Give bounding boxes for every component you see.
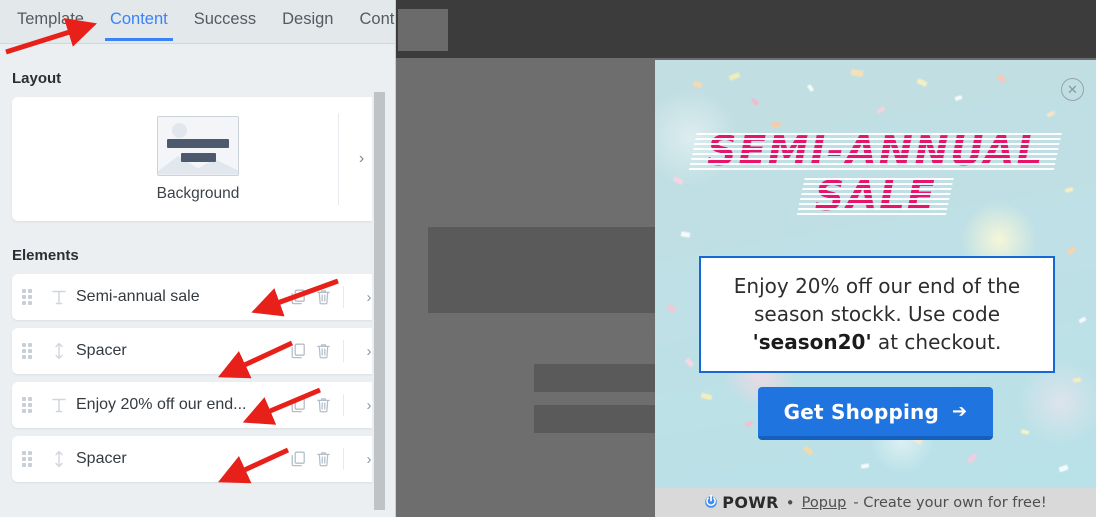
offer-text-box: Enjoy 20% off our end of the season stoc…: [699, 256, 1055, 373]
vertical-arrows-icon: [55, 450, 63, 468]
layout-card[interactable]: Background ›: [12, 97, 384, 221]
element-row[interactable]: Semi-annual sale ›: [12, 274, 384, 320]
close-icon: ✕: [1067, 82, 1078, 97]
text-element-icon: [42, 397, 76, 414]
spacer-element-icon: [42, 450, 76, 468]
element-row[interactable]: Spacer ›: [12, 328, 384, 374]
spacer-element-icon: [42, 342, 76, 360]
element-row-label: Spacer: [76, 342, 127, 359]
tab-design-label: Design: [282, 10, 334, 28]
elements-section-title: Elements: [12, 247, 79, 264]
arrow-right-icon: ➔: [952, 401, 968, 422]
powr-logo: POWR: [704, 493, 779, 512]
panel-scrollbar-thumb[interactable]: [374, 92, 385, 510]
popup-footer-link[interactable]: Popup: [802, 495, 847, 511]
text-t-icon: [52, 290, 66, 304]
offer-text: Enjoy 20% off our end of the season stoc…: [721, 272, 1033, 356]
tab-controls[interactable]: Controls: [346, 0, 395, 41]
row-divider: [343, 448, 344, 470]
popup-headline: SEMI-ANNUAL SALE: [655, 128, 1096, 220]
element-row-actions: [291, 286, 354, 308]
background-thumbnail-icon: [156, 115, 239, 176]
tab-content[interactable]: Content: [97, 0, 181, 41]
element-row[interactable]: Enjoy 20% off our end... ›: [12, 382, 384, 428]
duplicate-icon[interactable]: [291, 289, 306, 305]
headline-line-1: SEMI-ANNUAL: [707, 127, 1044, 175]
element-row-actions: [291, 394, 354, 416]
text-element-icon: [42, 289, 76, 306]
chevron-right-icon: ›: [366, 396, 372, 414]
delete-icon[interactable]: [316, 343, 331, 359]
popup-editor-screen: ✕ SEMI-ANNUAL SALE Enjoy 20% off our end…: [0, 0, 1096, 517]
tab-success-label: Success: [193, 10, 257, 28]
text-t-icon: [52, 398, 66, 412]
chevron-right-icon: ›: [366, 342, 372, 360]
tab-content-label: Content: [109, 10, 168, 28]
drag-handle-icon[interactable]: [12, 343, 42, 359]
duplicate-icon[interactable]: [291, 343, 306, 359]
dot-grid: [22, 343, 32, 359]
get-shopping-button[interactable]: Get Shopping ➔: [757, 387, 994, 440]
delete-icon[interactable]: [316, 289, 331, 305]
tab-controls-label: Controls: [359, 10, 395, 28]
headline-line-2: SALE: [814, 172, 937, 220]
duplicate-icon[interactable]: [291, 451, 306, 467]
editor-panel-scroll-area: Layout Background › Elements Semi-annual…: [0, 44, 395, 517]
dot-grid: [22, 397, 32, 413]
element-row-actions: [291, 448, 354, 470]
duplicate-icon[interactable]: [291, 397, 306, 413]
power-icon: [705, 495, 718, 508]
powr-brand-label: POWR: [722, 493, 779, 512]
tab-success[interactable]: Success: [181, 0, 269, 41]
popup-body: ✕ SEMI-ANNUAL SALE Enjoy 20% off our end…: [655, 60, 1096, 488]
tab-template-label: Template: [17, 10, 84, 28]
popup-close-button[interactable]: ✕: [1061, 78, 1084, 101]
drag-handle-icon[interactable]: [12, 397, 42, 413]
popup-cta-wrap: Get Shopping ➔: [655, 387, 1096, 440]
footer-separator: •: [785, 493, 795, 512]
chevron-right-icon: ›: [366, 288, 372, 306]
get-shopping-label: Get Shopping: [783, 400, 940, 424]
chevron-right-icon: ›: [358, 150, 365, 167]
preview-topbar-block: [398, 9, 448, 51]
row-divider: [343, 286, 344, 308]
layout-background-label: Background: [156, 184, 240, 202]
preview-site-topbar: [396, 0, 1096, 58]
thumb-text-bar-2: [180, 152, 216, 162]
row-divider: [343, 394, 344, 416]
editor-panel: Template Content Success Design Controls…: [0, 0, 396, 517]
dot-grid: [22, 451, 32, 467]
tab-design[interactable]: Design: [269, 0, 346, 41]
element-row-actions: [291, 340, 354, 362]
offer-text-part-2: at checkout.: [871, 330, 1002, 354]
tab-template[interactable]: Template: [4, 0, 97, 41]
row-divider: [343, 340, 344, 362]
layout-background-item[interactable]: Background: [156, 115, 240, 203]
elements-list: Semi-annual sale › Spacer › Enjoy 20% of…: [0, 274, 395, 482]
drag-handle-icon[interactable]: [12, 289, 42, 305]
element-row-label: Enjoy 20% off our end...: [76, 396, 247, 413]
element-row-label: Semi-annual sale: [76, 288, 200, 305]
chevron-right-icon: ›: [366, 450, 372, 468]
vertical-arrows-icon: [55, 342, 63, 360]
footer-tagline: - Create your own for free!: [853, 494, 1047, 511]
powr-footer: POWR • Popup - Create your own for free!: [655, 488, 1096, 517]
delete-icon[interactable]: [316, 451, 331, 467]
thumb-text-bar-1: [166, 138, 229, 148]
element-row-label: Spacer: [76, 450, 127, 467]
dot-grid: [22, 289, 32, 305]
delete-icon[interactable]: [316, 397, 331, 413]
element-row[interactable]: Spacer ›: [12, 436, 384, 482]
editor-tabbar: Template Content Success Design Controls: [0, 0, 395, 44]
offer-promo-code: 'season20': [752, 330, 872, 354]
thumb-sun-shape: [171, 122, 187, 138]
drag-handle-icon[interactable]: [12, 451, 42, 467]
popup-preview: ✕ SEMI-ANNUAL SALE Enjoy 20% off our end…: [655, 60, 1096, 517]
offer-text-part-1: Enjoy 20% off our end of the season stoc…: [733, 274, 1021, 326]
layout-section-title: Layout: [12, 70, 62, 87]
